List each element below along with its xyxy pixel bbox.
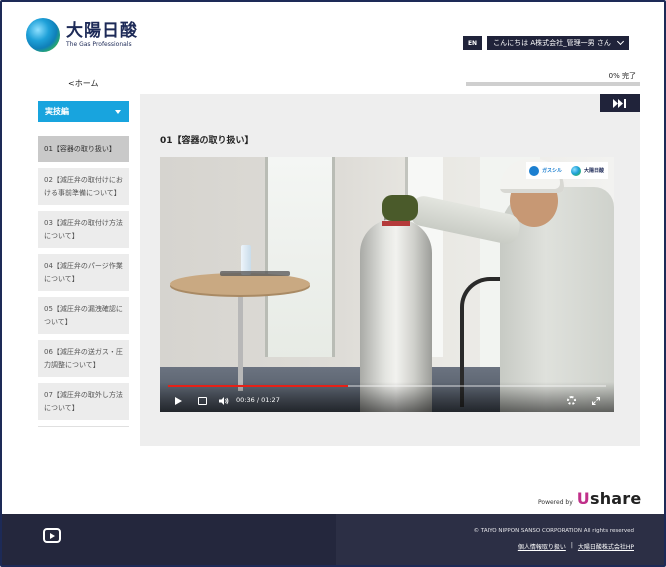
volume-icon[interactable] [219,397,229,405]
video-time-display: 00:36 / 01:27 [236,396,280,404]
watermark-right-text: 大陽日酸 [584,168,605,174]
brand-logo[interactable]: 大陽日酸 The Gas Professionals [26,18,138,52]
video-duration: 01:27 [261,396,280,404]
gasshiru-logo-icon [529,165,539,176]
video-seek-fill [168,385,348,387]
lesson-item-05[interactable]: 05【減圧弁の漏洩確認について】 [38,297,129,334]
next-lesson-button[interactable] [600,94,640,112]
logo-text: 大陽日酸 The Gas Professionals [66,22,138,48]
video-scene-tools [220,271,290,276]
lesson-item-03[interactable]: 03【減圧弁の取付け方法について】 [38,211,129,248]
lesson-item-04[interactable]: 04【減圧弁のパージ作業について】 [38,254,129,291]
logo-tagline: The Gas Professionals [66,41,132,48]
youtube-icon[interactable] [43,528,61,543]
user-menu-button[interactable]: こんにちは A株式会社_管理一男 さん [487,36,629,50]
ushare-logo-rest: share [589,489,642,508]
settings-gear-icon[interactable] [567,396,576,405]
loop-icon[interactable] [198,397,207,405]
video-scene-cylinder-band [382,221,410,226]
globe-logo-icon [571,165,582,176]
section-dropdown[interactable]: 実技編 [38,101,129,122]
chevron-down-icon [616,37,624,46]
section-dropdown-label: 実技編 [45,107,69,116]
corporate-site-link[interactable]: 大陽日酸株式会社HP [578,542,634,551]
ushare-logo: Ushare [577,489,642,508]
sidebar-divider [38,426,129,427]
video-player[interactable]: ガスシル 大陽日酸 00:36 / 01:27 [160,157,614,412]
copyright-text: © TAIYO NIPPON SANSO CORPORATION All rig… [473,528,634,534]
footer-right-panel [336,514,664,565]
progress-label: 0% 完了 [608,72,636,80]
ushare-logo-initial: U [576,489,590,508]
caret-down-icon [115,110,121,114]
lesson-title: 01【容器の取り扱い】 [160,136,254,146]
logo-japanese: 大陽日酸 [66,21,138,41]
youtube-play-icon [50,532,55,539]
video-scene-glove [382,195,418,221]
language-toggle-button[interactable]: EN [463,36,482,50]
powered-by: Powered by Ushare [538,489,641,508]
video-seek-bar[interactable] [168,385,606,387]
globe-logo-icon [26,18,60,52]
home-link[interactable]: <ホーム [68,78,98,89]
video-current-time: 00:36 [236,396,255,404]
footer-link-separator: | [570,542,573,549]
lesson-item-07[interactable]: 07【減圧弁の取外し方法について】 [38,383,129,420]
lesson-item-02[interactable]: 02【減圧弁の取付けにおける事前準備について】 [38,168,129,205]
course-progress-bar [466,82,640,86]
privacy-policy-link[interactable]: 個人情報取り扱い [518,542,566,551]
powered-by-label: Powered by [538,499,573,506]
skip-forward-icon [613,98,626,108]
fullscreen-icon[interactable] [592,397,600,405]
video-scene-table [170,273,310,295]
watermark-left-text: ガスシル [542,168,563,174]
footer-links: 個人情報取り扱い | 大陽日酸株式会社HP [518,542,634,551]
user-greeting: こんにちは A株式会社_管理一男 さん [493,39,611,47]
lesson-item-06[interactable]: 06【減圧弁の送ガス・圧力調整について】 [38,340,129,377]
lesson-sidebar: 実技編 01【容器の取り扱い】 02【減圧弁の取付けにおける事前準備について】 … [38,101,129,427]
app-frame: 大陽日酸 The Gas Professionals EN こんにちは A株式会… [0,0,666,567]
video-watermark-logo: ガスシル 大陽日酸 [526,162,608,179]
lesson-item-01[interactable]: 01【容器の取り扱い】 [38,136,129,162]
play-icon[interactable] [175,397,182,405]
lesson-list: 01【容器の取り扱い】 02【減圧弁の取付けにおける事前準備について】 03【減… [38,136,129,427]
video-scene-table-leg [238,291,243,391]
video-time-separator: / [256,396,260,404]
video-scene-window [265,157,335,357]
